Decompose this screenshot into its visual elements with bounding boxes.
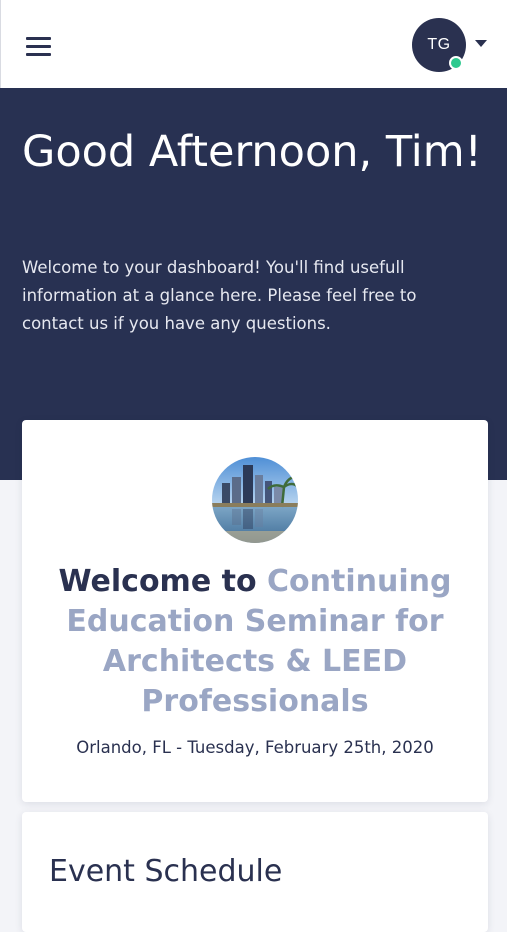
greeting-heading: Good Afternoon, Tim! [22, 127, 482, 177]
schedule-title: Event Schedule [49, 854, 283, 889]
event-city-image [212, 457, 298, 543]
top-bar: TG [0, 0, 507, 88]
hamburger-menu-icon[interactable] [26, 37, 51, 56]
caret-down-icon[interactable] [475, 40, 487, 47]
event-title-lead: Welcome to [58, 564, 257, 599]
event-title: Welcome to Continuing Education Seminar … [42, 562, 468, 722]
online-status-icon [449, 56, 463, 70]
event-location-date: Orlando, FL - Tuesday, February 25th, 20… [76, 738, 434, 757]
welcome-message: Welcome to your dashboard! You'll find u… [22, 258, 417, 333]
schedule-card: Event Schedule [22, 812, 488, 932]
avatar-initials: TG [427, 36, 451, 53]
event-card: Welcome to Continuing Education Seminar … [22, 420, 488, 802]
